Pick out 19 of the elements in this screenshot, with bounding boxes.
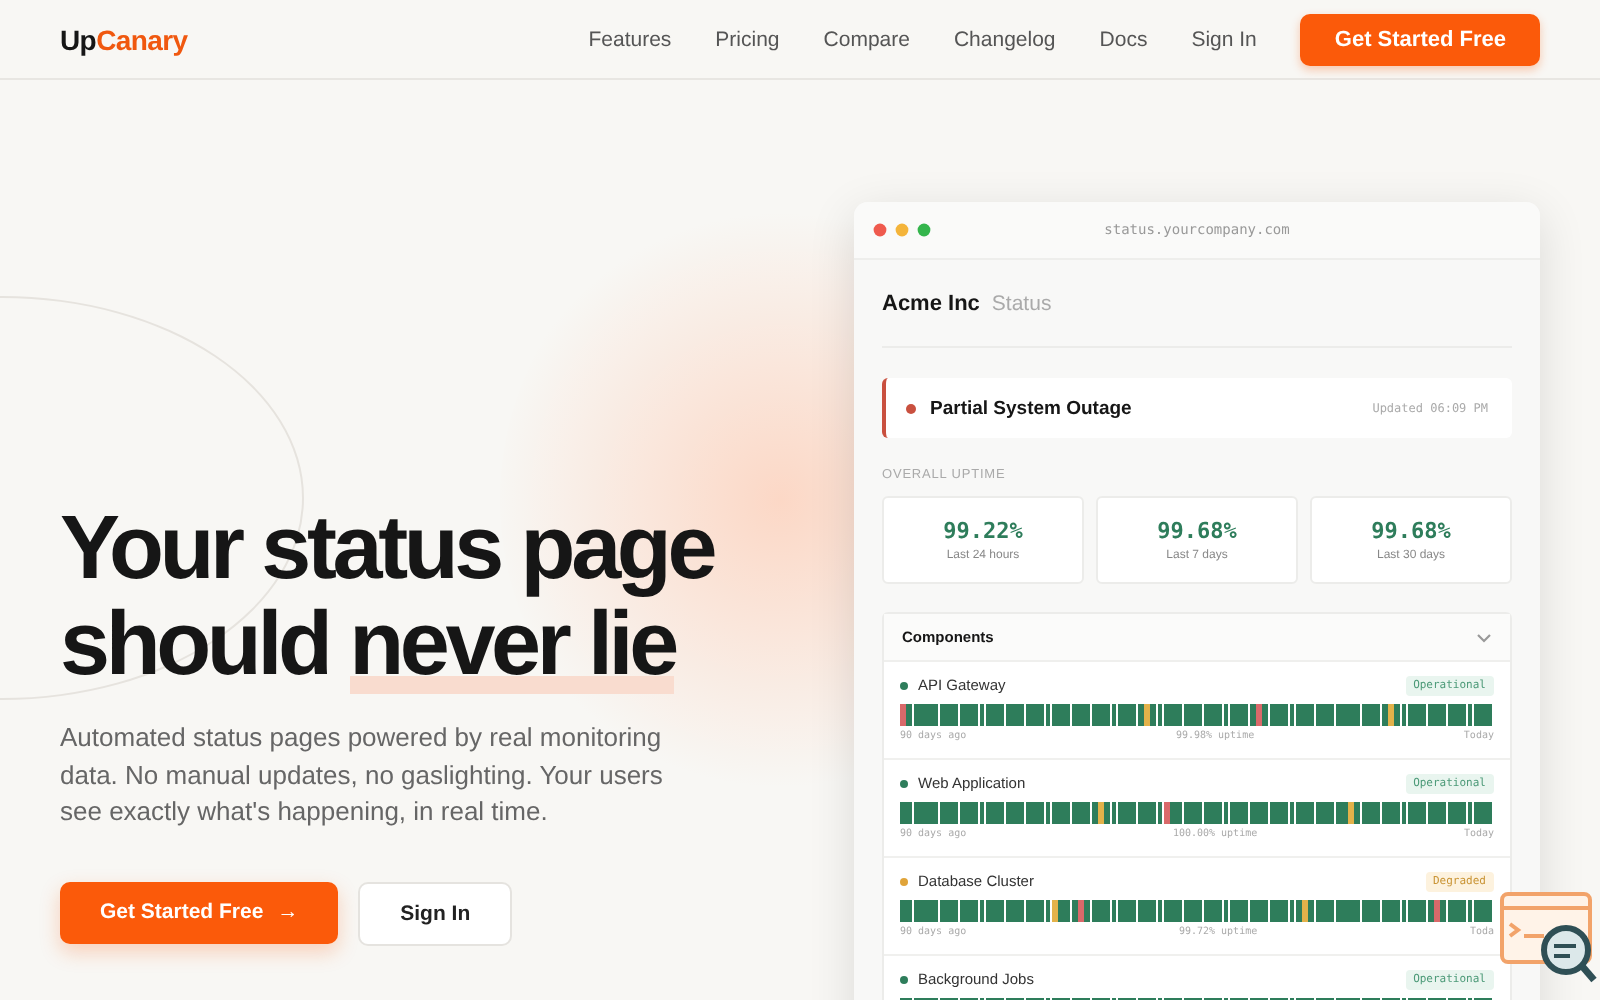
logo[interactable]: UpCanary — [60, 23, 188, 55]
outage-title: Partial System Outage — [930, 397, 1134, 419]
nav-link[interactable]: Compare — [823, 27, 910, 51]
subtitle: Automated status pages powered by real monitoring data. No manual updates, no gaslighting. Your users see exactly what's happening, in real time. — [60, 720, 665, 830]
nav-link[interactable]: Changelog — [953, 27, 1056, 51]
sign-in-button[interactable]: Sign In — [358, 881, 513, 945]
company-name: Acme Inc — [882, 291, 980, 315]
headline: Your status page should never lie — [60, 500, 717, 692]
nav-link[interactable]: Docs — [1099, 27, 1148, 51]
status-search-icon[interactable] — [1500, 892, 1600, 984]
uptime-value: 99.68% — [1371, 518, 1451, 544]
nav-link[interactable]: Features — [588, 27, 672, 51]
uptime-value: 99.22% — [943, 518, 1023, 544]
nav-link[interactable]: Sign In — [1191, 27, 1257, 51]
nav-link[interactable]: Pricing — [715, 27, 780, 51]
chevron-icon[interactable] — [1476, 631, 1492, 643]
uptime-value: 99.68% — [1157, 518, 1237, 544]
status-label: Status — [991, 291, 1052, 315]
window-controls-icon — [872, 222, 932, 238]
